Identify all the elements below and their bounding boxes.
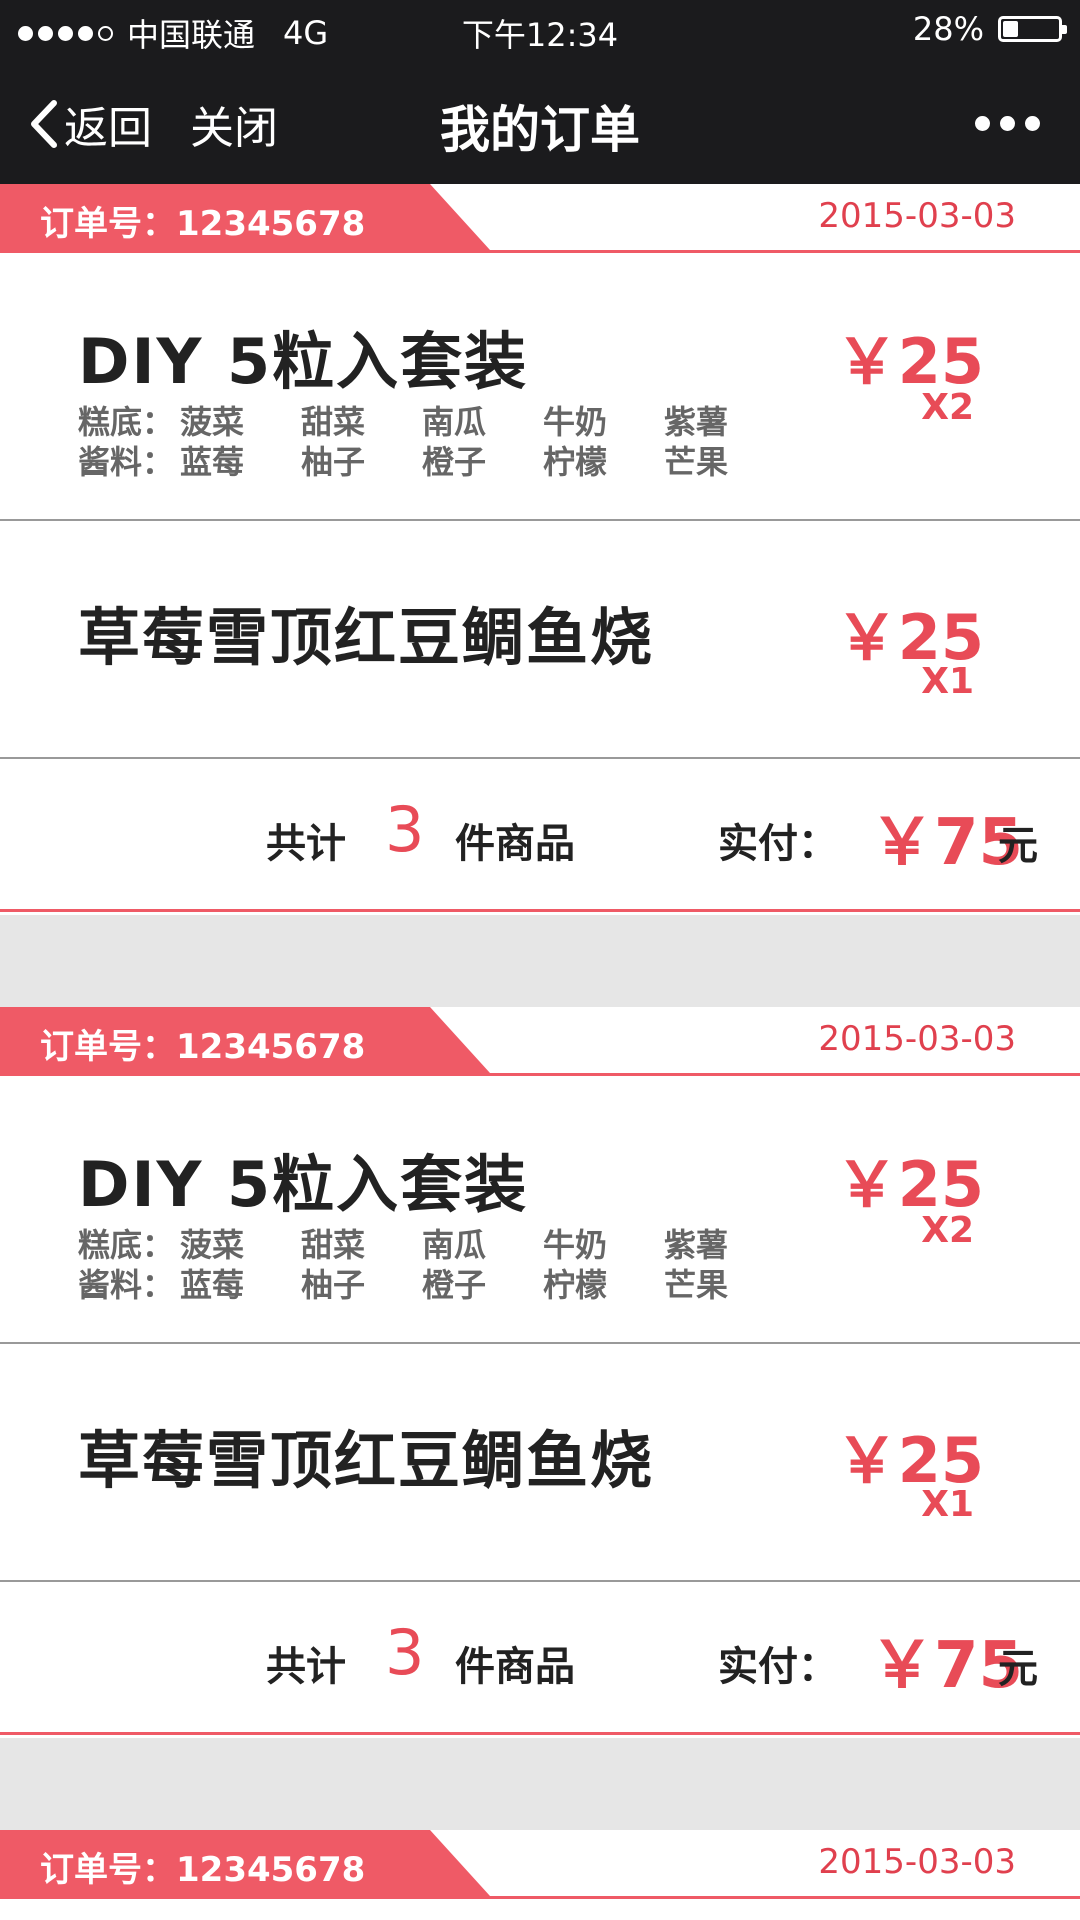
item-title: DIY 5粒入套装 [78, 325, 529, 398]
paid-label: 实付： [718, 821, 838, 867]
option-label: 酱料： [78, 443, 175, 481]
order-item[interactable]: 草莓雪顶红豆鲷鱼烧 ￥25 X1 [0, 1344, 1080, 1582]
total-suffix: 件商品 [455, 1644, 575, 1690]
order-separator [0, 1738, 1080, 1830]
more-options-icon[interactable] [975, 116, 1040, 131]
paid-unit: 元 [998, 823, 1038, 869]
option-label: 酱料： [78, 1266, 175, 1304]
total-prefix: 共计 [266, 821, 346, 867]
order-card[interactable]: 订单号：12345678 2015-03-03 [0, 1830, 1080, 1920]
total-count: 3 [385, 1616, 425, 1689]
order-item[interactable]: DIY 5粒入套装 ￥25 X2 糕底： 菠菜 甜菜 南瓜 牛奶 紫薯 酱料： … [0, 253, 1080, 521]
order-item[interactable]: 草莓雪顶红豆鲷鱼烧 ￥25 X1 [0, 521, 1080, 759]
paid-label: 实付： [718, 1644, 838, 1690]
order-date: 2015-03-03 [818, 1019, 1016, 1059]
order-separator [0, 915, 1080, 1007]
item-title: DIY 5粒入套装 [78, 1148, 529, 1221]
option-value: 柚子 [301, 443, 366, 481]
order-header: 订单号：12345678 2015-03-03 [0, 184, 1080, 253]
order-number: 订单号：12345678 [40, 1027, 366, 1067]
order-item[interactable]: DIY 5粒入套装 ￥25 X2 糕底： 菠菜 甜菜 南瓜 牛奶 紫薯 酱料： … [0, 1076, 1080, 1344]
option-value: 蓝莓 [180, 443, 245, 481]
order-number: 订单号：12345678 [40, 204, 366, 244]
option-row-sauce: 酱料： 蓝莓 柚子 橙子 柠檬 芒果 [78, 437, 785, 483]
paid-unit: 元 [998, 1646, 1038, 1692]
order-number: 订单号：12345678 [40, 1850, 366, 1890]
battery-fill [1003, 21, 1018, 37]
status-right: 28% [912, 10, 1067, 48]
order-summary: 共计 3 件商品 实付： ￥75 元 [0, 1582, 1080, 1735]
total-prefix: 共计 [266, 1644, 346, 1690]
item-quantity: X2 [921, 1210, 974, 1251]
order-date: 2015-03-03 [818, 196, 1016, 236]
option-value: 柠檬 [543, 443, 608, 481]
option-value: 柚子 [301, 1266, 366, 1304]
option-value: 橙子 [422, 1266, 487, 1304]
item-title: 草莓雪顶红豆鲷鱼烧 [78, 601, 655, 674]
order-header: 订单号：12345678 2015-03-03 [0, 1007, 1080, 1076]
order-card[interactable]: 订单号：12345678 2015-03-03 DIY 5粒入套装 ￥25 X2… [0, 184, 1080, 912]
order-summary: 共计 3 件商品 实付： ￥75 元 [0, 759, 1080, 912]
option-value: 柠檬 [543, 1266, 608, 1304]
order-header: 订单号：12345678 2015-03-03 [0, 1830, 1080, 1899]
option-value: 芒果 [664, 1266, 729, 1304]
item-quantity: X1 [921, 1484, 974, 1525]
status-bar: 中国联通 4G 下午12:34 28% [0, 0, 1080, 60]
option-value: 蓝莓 [180, 1266, 245, 1304]
option-value: 芒果 [664, 443, 729, 481]
item-title: 草莓雪顶红豆鲷鱼烧 [78, 1424, 655, 1497]
option-value: 橙子 [422, 443, 487, 481]
total-suffix: 件商品 [455, 821, 575, 867]
item-quantity: X2 [921, 387, 974, 428]
total-count: 3 [385, 793, 425, 866]
nav-bar: 返回 关闭 我的订单 [0, 60, 1080, 184]
item-quantity: X1 [921, 661, 974, 702]
order-card[interactable]: 订单号：12345678 2015-03-03 DIY 5粒入套装 ￥25 X2… [0, 1007, 1080, 1735]
battery-icon [998, 16, 1067, 42]
option-row-sauce: 酱料： 蓝莓 柚子 橙子 柠檬 芒果 [78, 1260, 785, 1306]
page-title: 我的订单 [440, 101, 640, 159]
order-date: 2015-03-03 [818, 1842, 1016, 1882]
battery-percent: 28% [912, 10, 984, 48]
